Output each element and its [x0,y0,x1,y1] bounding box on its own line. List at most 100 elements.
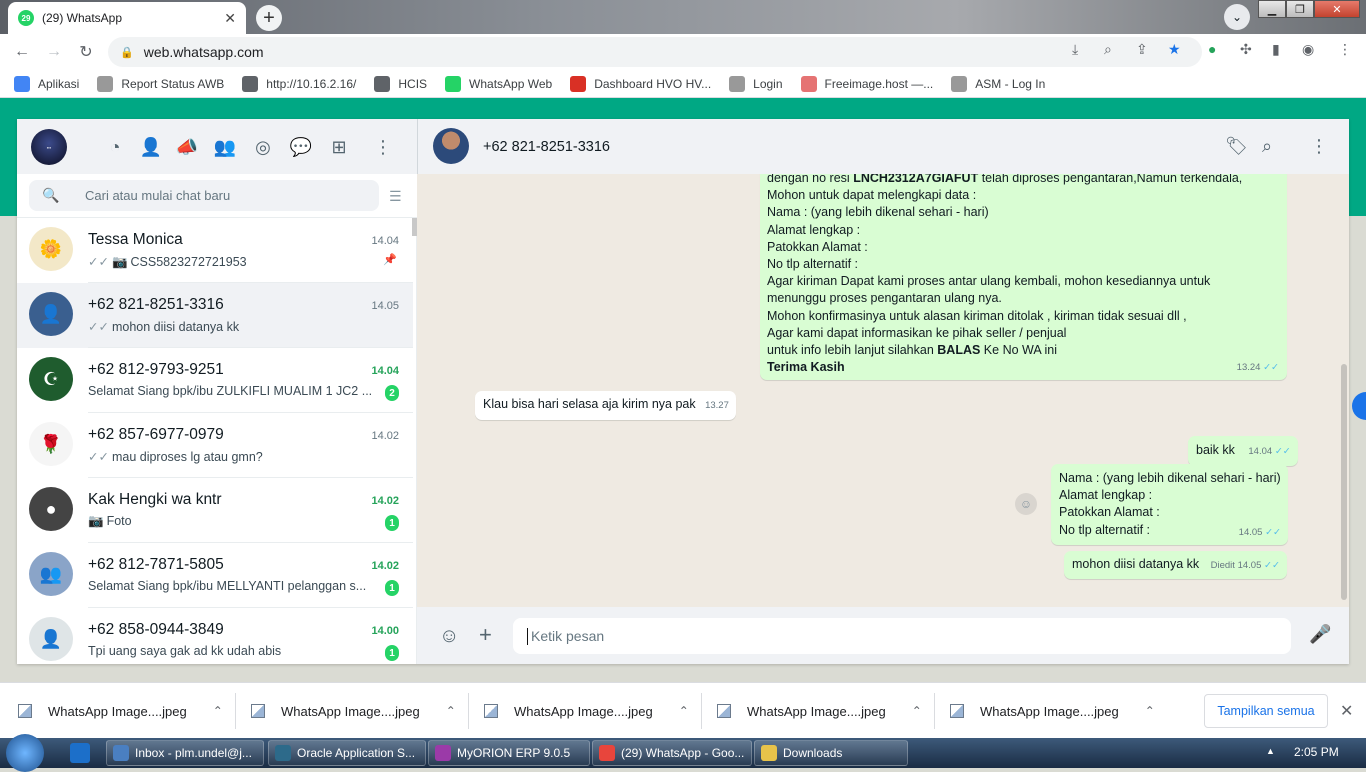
window-close-icon[interactable]: ✕ [1314,0,1360,18]
chevron-up-icon[interactable]: ⌃ [213,704,223,718]
bookmark-label: Aplikasi [38,76,80,91]
chat-item[interactable]: 👤 +62 821-8251-3316 14.05 ✓✓ mohon diisi dat… [17,283,413,348]
chevron-up-icon[interactable]: ⌃ [912,704,922,718]
filter-icon[interactable]: ☰ [389,188,402,205]
bookmark-item[interactable]: ASM - Log In [951,75,1045,92]
conversation-menu-icon[interactable]: ⋮ [1310,136,1328,157]
menu-dots-icon[interactable]: ⋮ [371,135,395,159]
bookmark-item[interactable]: Freeimage.host —... [800,75,933,92]
reaction-emoji-icon[interactable]: ☺ [1015,493,1037,515]
chat-time: 14.02 [371,430,399,442]
forward-arrow-icon[interactable]: → [44,42,64,62]
chat-item[interactable]: ☪ +62 812-9793-9251 14.04 Selamat Siang bpk… [17,348,413,413]
attach-plus-icon[interactable]: + [479,622,492,648]
chat-body: Tessa Monica 14.04 ✓✓ 📷 CSS5823272721953 📌 [88,218,413,283]
chat-item[interactable]: ● Kak Hengki wa kntr 14.02 📷 Foto 1 [17,478,413,543]
my-profile-avatar[interactable]: ▪▪▪ [31,129,67,165]
taskbar-item[interactable]: MyORION ERP 9.0.5 [428,740,590,766]
chevron-up-icon[interactable]: ⌃ [446,704,456,718]
extension-whatsapp-icon[interactable]: ● [1208,41,1216,57]
add-contact-icon[interactable]: 👤 [139,135,163,159]
label-tag-icon[interactable]: 🏷 [1225,136,1248,157]
sidebar-header: ▪▪▪ ◔ 👤 📣 👥 ◎ 💬 ⊞ ⋮ [17,119,417,174]
status-icon[interactable]: ◔ [103,135,127,159]
globe-icon [242,75,259,92]
contact-avatar[interactable] [433,128,469,164]
tab-close-icon[interactable]: ✕ [224,10,236,27]
bookmark-item[interactable]: Report Status AWB [97,75,224,92]
bookmark-item[interactable]: http://10.16.2.16/ [242,75,356,92]
chrome-menu-icon[interactable]: ⋮ [1338,41,1352,58]
bookmark-item[interactable]: Aplikasi [14,75,80,92]
taskbar-item[interactable]: Downloads [754,740,908,766]
taskbar-item[interactable]: Oracle Application S... [268,740,426,766]
contact-name[interactable]: +62 821-8251-3316 [483,139,610,155]
back-arrow-icon[interactable]: ← [12,42,32,62]
taskbar-item[interactable]: Inbox - plm.undel@j... [106,740,264,766]
camera-icon: 📷 [111,255,128,269]
chat-body: +62 821-8251-3316 14.05 ✓✓ mohon diisi data… [88,283,413,348]
chat-name: Kak Hengki wa kntr [88,491,222,508]
incoming-message[interactable]: Klau bisa hari selasa aja kirim nya pak … [475,391,736,421]
start-button[interactable] [6,734,44,772]
chat-preview-text: Foto [106,514,132,528]
new-chat-icon[interactable]: ⊞ [327,135,351,159]
message-text: Ke No WA ini [980,343,1057,358]
chat-item[interactable]: 🌼 Tessa Monica 14.04 ✓✓ 📷 CSS5823272721953 📌 [17,218,413,283]
chat-item[interactable]: 👤 +62 858-0944-3849 14.00 Tpi uang saya gak… [17,608,413,664]
address-bar[interactable]: 🔒 web.whatsapp.com [108,37,1202,67]
download-item[interactable]: WhatsApp Image....jpeg ⌃ [251,683,456,739]
message-time: 13.27 [705,400,729,411]
message-line: Alamat lengkap : [767,222,861,237]
chat-time: 14.00 [371,625,399,637]
outgoing-message[interactable]: Nama : (yang lebih dikenal sehari - hari… [1051,464,1288,545]
outgoing-message[interactable]: baik kk 14.04 ✓✓ [1188,436,1298,467]
message-scrollbar[interactable] [1341,364,1347,600]
tray-arrow-icon[interactable]: ▲ [1266,746,1275,756]
new-chat-bubble-icon[interactable]: 💬 [289,135,313,159]
emoji-icon[interactable]: ☺ [439,625,459,648]
extensions-puzzle-icon[interactable]: ✣ [1240,41,1252,58]
minimize-icon[interactable]: ▁ [1258,0,1286,18]
communities-icon[interactable]: 👥 [213,135,237,159]
chevron-up-icon[interactable]: ⌃ [679,704,689,718]
restore-icon[interactable]: ❐ [1286,0,1314,18]
downloads-bar: WhatsApp Image....jpeg ⌃ WhatsApp Image...… [0,682,1366,738]
bookmark-star-icon[interactable]: ★ [1168,41,1181,58]
download-item[interactable]: WhatsApp Image....jpeg ⌃ [717,683,922,739]
bookmark-item[interactable]: Login [729,75,783,92]
tab-search-chevron-icon[interactable]: ⌄ [1224,4,1250,30]
profile-avatar-icon[interactable]: ◉ [1302,41,1314,58]
search-messages-icon[interactable]: ⌕ [1262,136,1272,157]
zoom-icon[interactable]: ⌕ [1104,41,1112,58]
message-line: Agar kami dapat informasikan ke pihak se… [767,325,1067,340]
close-downloads-icon[interactable]: ✕ [1340,701,1353,721]
bookmark-item[interactable]: HCIS [374,75,427,92]
search-input[interactable]: 🔍 Cari atau mulai chat baru [29,180,379,211]
bookmark-item[interactable]: Dashboard HVO HV... [570,75,711,92]
channels-icon[interactable]: ◎ [251,135,275,159]
taskbar-item[interactable]: (29) WhatsApp - Goo... [592,740,752,766]
browser-tab-whatsapp[interactable]: 29 (29) WhatsApp ✕ [8,2,246,34]
side-panel-icon[interactable]: ▮ [1272,41,1280,58]
chat-item[interactable]: 👥 +62 812-7871-5805 14.02 Selamat Siang bpk… [17,543,413,608]
microphone-icon[interactable]: 🎤 [1309,624,1331,645]
outgoing-message-edited[interactable]: mohon diisi datanya kk Diedit 14.05 ✓✓ [1064,551,1287,580]
install-app-icon[interactable]: ⤓ [1072,41,1078,58]
chat-preview: ✓✓ mau diproses lg atau gmn? [88,449,378,464]
message-input[interactable]: Ketik pesan [513,618,1291,654]
download-item[interactable]: WhatsApp Image....jpeg ⌃ [484,683,689,739]
chat-item[interactable]: 🌹 +62 857-6977-0979 14.02 ✓✓ mau diproses lg… [17,413,413,478]
chevron-up-icon[interactable]: ⌃ [1145,704,1155,718]
outgoing-message-template[interactable]: dengan no resi LNCH2312A7GIAFUT telah di… [760,174,1287,380]
share-icon[interactable]: ⇪ [1136,41,1148,58]
show-all-downloads-button[interactable]: Tampilkan semua [1204,694,1328,728]
outlook-pinned-icon[interactable] [70,743,90,763]
bookmark-item[interactable]: WhatsApp Web [445,75,552,92]
download-item[interactable]: WhatsApp Image....jpeg ⌃ [950,683,1155,739]
download-item[interactable]: WhatsApp Image....jpeg ⌃ [18,683,223,739]
broadcast-icon[interactable]: 📣 [175,135,199,159]
image-file-icon [18,704,32,718]
new-tab-button[interactable]: + [256,5,282,31]
reload-icon[interactable]: ↻ [76,42,96,62]
